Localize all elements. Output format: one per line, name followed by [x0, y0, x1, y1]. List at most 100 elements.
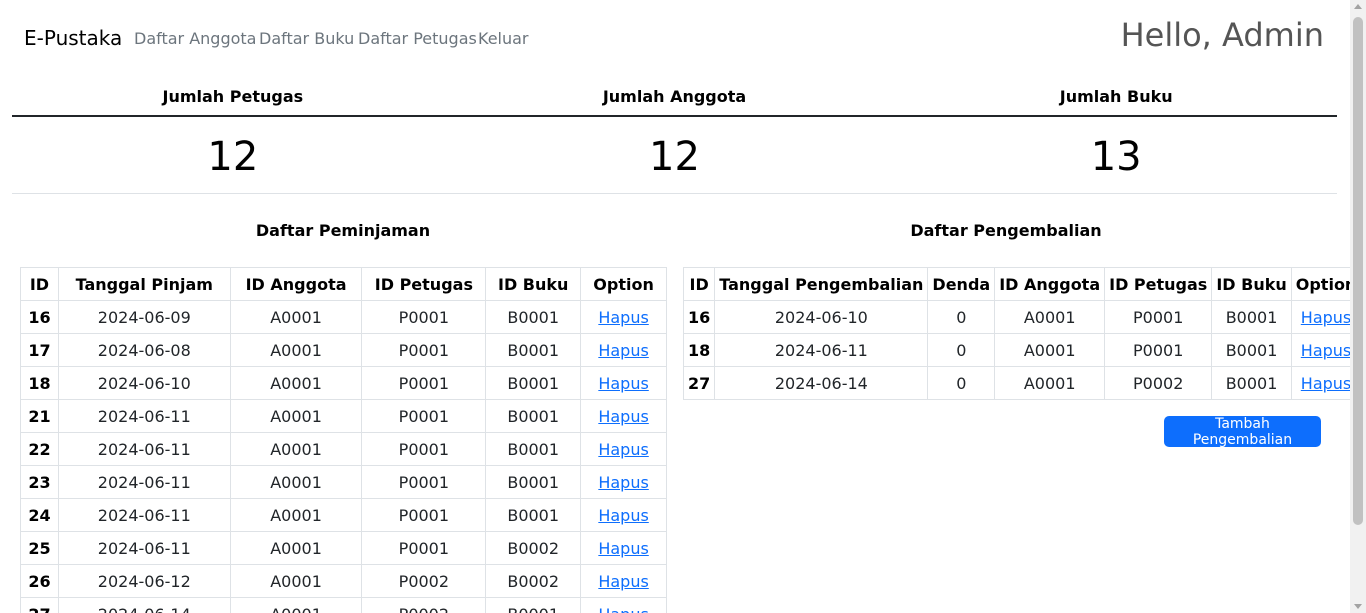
- table-cell: B0002: [485, 531, 582, 565]
- option-cell: Hapus: [580, 564, 667, 598]
- row-id-cell: 21: [20, 399, 59, 433]
- table-row: 17 2024-06-08 A0001 P0001 B0001 Hapus: [20, 333, 667, 367]
- hapus-link[interactable]: Hapus: [598, 374, 648, 393]
- table-cell: B0001: [1211, 333, 1292, 367]
- table-cell: P0002: [361, 597, 487, 613]
- scroll-down-icon[interactable]: [1354, 604, 1362, 609]
- scroll-up-icon[interactable]: [1354, 4, 1362, 9]
- stat-value-anggota: 12: [649, 134, 700, 180]
- row-id-cell: 18: [20, 366, 59, 400]
- table-row: 16 2024-06-10 0 A0001 P0001 B0001 Hapus: [682, 300, 1362, 334]
- hapus-link[interactable]: Hapus: [598, 308, 648, 327]
- table-cell: 2024-06-10: [714, 300, 929, 334]
- table-cell: B0001: [485, 333, 582, 367]
- row-id-cell: 27: [20, 597, 59, 613]
- table-cell: A0001: [229, 531, 363, 565]
- greeting-heading: Hello, Admin: [1120, 16, 1324, 54]
- option-cell: Hapus: [580, 465, 667, 499]
- table-cell: A0001: [994, 300, 1106, 334]
- hapus-link[interactable]: Hapus: [598, 473, 648, 492]
- hapus-link[interactable]: Hapus: [598, 341, 648, 360]
- option-cell: Hapus: [580, 300, 667, 334]
- table-cell: B0001: [485, 399, 582, 433]
- option-cell: Hapus: [580, 366, 667, 400]
- table-cell: P0001: [361, 465, 487, 499]
- table-cell: P0001: [1104, 300, 1213, 334]
- table-row: 26 2024-06-12 A0001 P0002 B0002 Hapus: [20, 564, 667, 598]
- table-cell: P0002: [361, 564, 487, 598]
- nav-link-daftar-petugas[interactable]: Daftar Petugas: [358, 29, 477, 48]
- row-id-cell: 16: [20, 300, 59, 334]
- row-id-cell: 22: [20, 432, 59, 466]
- hapus-link[interactable]: Hapus: [598, 572, 648, 591]
- table-cell: A0001: [229, 300, 363, 334]
- table-cell: B0001: [485, 465, 582, 499]
- column-header: ID: [682, 267, 716, 301]
- table-row: 272024-06-14A0001P0002B0001 Hapus: [20, 597, 667, 613]
- peminjaman-title: Daftar Peminjaman: [255, 221, 431, 240]
- table-cell: P0001: [361, 300, 487, 334]
- table-cell: B0001: [485, 300, 582, 334]
- table-cell: A0001: [229, 432, 363, 466]
- hapus-link[interactable]: Hapus: [1301, 341, 1351, 360]
- column-header: ID Anggota: [994, 267, 1106, 301]
- table-cell: B0001: [485, 366, 582, 400]
- column-header: ID Anggota: [229, 267, 363, 301]
- table-cell: 2024-06-11: [57, 432, 231, 466]
- hapus-link[interactable]: Hapus: [1301, 374, 1351, 393]
- table-cell: 2024-06-11: [714, 333, 929, 367]
- hapus-link[interactable]: Hapus: [598, 407, 648, 426]
- hapus-link[interactable]: Hapus: [598, 440, 648, 459]
- hapus-link[interactable]: Hapus: [1301, 308, 1351, 327]
- column-header: Denda: [927, 267, 996, 301]
- table-cell: A0001: [229, 498, 363, 532]
- column-header: ID: [20, 267, 59, 301]
- table-cell: 2024-06-14: [57, 597, 231, 613]
- table-cell: P0001: [361, 531, 487, 565]
- table-cell: B0001: [485, 597, 582, 613]
- table-row: 18 2024-06-10 A0001 P0001 B0001 Hapus: [20, 366, 667, 400]
- table-row: 16 2024-06-09 A0001 P0001 B0001 Hapus: [20, 300, 667, 334]
- table-cell: 2024-06-12: [57, 564, 231, 598]
- table-row: 21 2024-06-11 A0001 P0001 B0001 Hapus: [20, 399, 667, 433]
- table-cell: 0: [927, 366, 996, 400]
- table-cell: B0001: [1211, 366, 1292, 400]
- table-cell: B0001: [485, 498, 582, 532]
- table-cell: A0001: [229, 366, 363, 400]
- hapus-link[interactable]: Hapus: [598, 539, 648, 558]
- table-cell: A0001: [229, 333, 363, 367]
- row-id-cell: 18: [682, 333, 716, 367]
- page-scrollbar[interactable]: [1350, 0, 1366, 613]
- column-header: Tanggal Pinjam: [57, 267, 231, 301]
- nav-link-daftar-anggota[interactable]: Daftar Anggota: [134, 29, 256, 48]
- table-cell: A0001: [229, 399, 363, 433]
- table-row: 18 2024-06-11 0 A0001 P0001 B0001 Hapus: [682, 333, 1362, 367]
- nav-link-daftar-buku[interactable]: Daftar Buku: [259, 29, 354, 48]
- table-cell: P0001: [361, 366, 487, 400]
- column-header: ID Petugas: [1104, 267, 1213, 301]
- table-cell: A0001: [994, 333, 1106, 367]
- table-cell: B0002: [485, 564, 582, 598]
- option-cell: Hapus: [580, 399, 667, 433]
- table-cell: 2024-06-11: [57, 531, 231, 565]
- table-cell: P0001: [361, 498, 487, 532]
- table-cell: 2024-06-14: [714, 366, 929, 400]
- table-cell: B0001: [485, 432, 582, 466]
- stat-value-buku: 13: [1090, 134, 1142, 180]
- peminjaman-table: ID Tanggal Pinjam ID Anggota ID Petugas ID B…: [20, 267, 667, 613]
- stat-label-anggota: Jumlah Anggota: [602, 87, 747, 106]
- tambah-pengembalian-button[interactable]: Tambah Pengembalian: [1164, 416, 1321, 448]
- nav-link-keluar[interactable]: Keluar: [478, 29, 529, 48]
- brand-link[interactable]: E-Pustaka: [24, 26, 122, 50]
- column-header: Option: [580, 267, 667, 301]
- hapus-link[interactable]: Hapus: [598, 605, 648, 613]
- table-cell: A0001: [229, 564, 363, 598]
- scrollbar-thumb[interactable]: [1353, 17, 1363, 525]
- row-id-cell: 27: [682, 366, 716, 400]
- column-header: ID Buku: [1211, 267, 1292, 301]
- hapus-link[interactable]: Hapus: [598, 506, 648, 525]
- row-id-cell: 24: [20, 498, 59, 532]
- pengembalian-table: ID Tanggal Pengembalian Denda ID Anggota ID …: [682, 267, 1362, 400]
- stat-label-petugas: Jumlah Petugas: [162, 87, 304, 106]
- navbar: E-Pustaka Daftar Anggota Daftar Buku Daf…: [0, 0, 1350, 76]
